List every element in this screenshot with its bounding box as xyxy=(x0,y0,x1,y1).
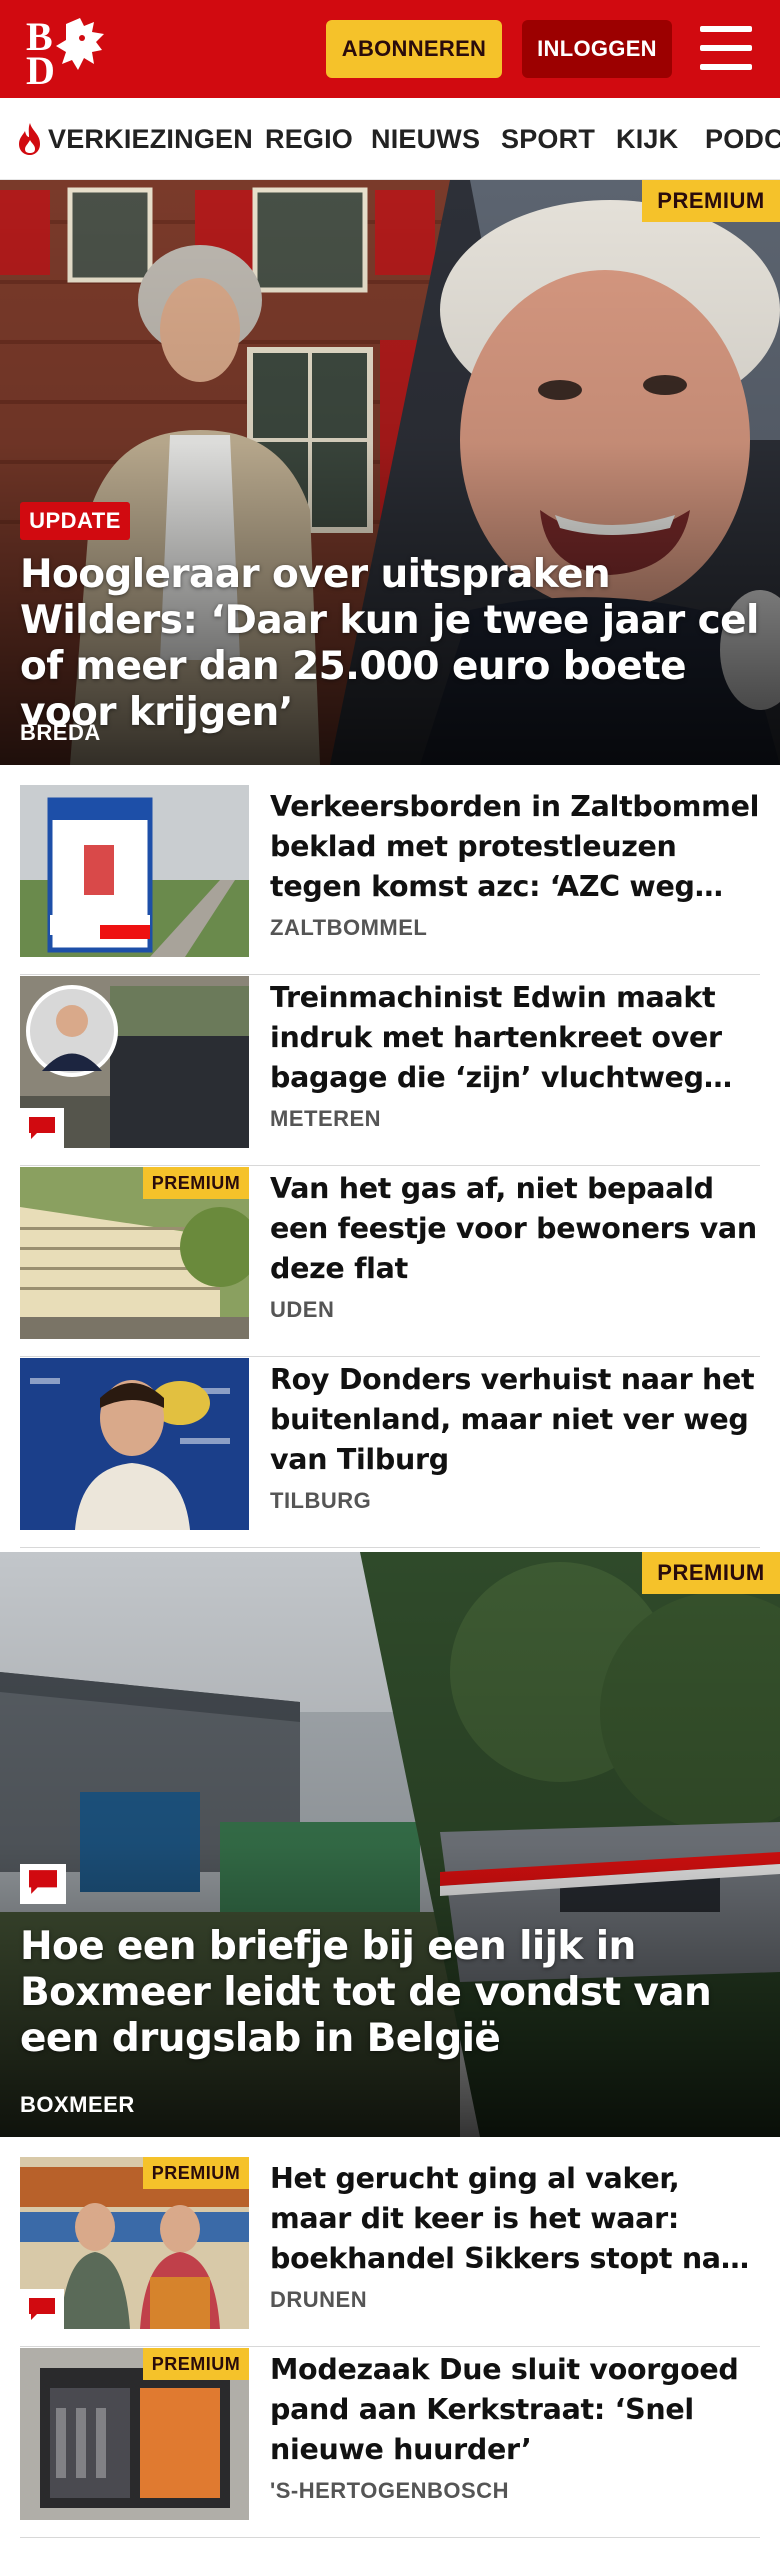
comments-badge xyxy=(20,2289,64,2329)
list-item[interactable]: Roy Donders verhuist naar het buitenland… xyxy=(20,1358,760,1548)
article-location: METEREN xyxy=(270,1106,382,1131)
hero-location: BOXMEER xyxy=(20,2092,135,2117)
comment-icon xyxy=(29,2298,55,2320)
article-headline[interactable]: Roy Donders verhuist naar het buitenland… xyxy=(270,1360,760,1480)
list-item[interactable]: PREMIUM Van het gas af, niet bepaald een… xyxy=(20,1167,760,1357)
nav-item-regio[interactable]: REGIO xyxy=(265,98,353,179)
article-thumbnail: PREMIUM xyxy=(20,2157,249,2329)
article-headline[interactable]: Van het gas af, niet bepaald een feestje… xyxy=(270,1169,760,1289)
premium-badge: PREMIUM xyxy=(143,2348,249,2380)
article-headline[interactable]: Het gerucht ging al vaker, maar dit keer… xyxy=(270,2159,760,2279)
article-location: DRUNEN xyxy=(270,2287,368,2312)
hero-article[interactable]: PREMIUM Hoe een briefje bij een lijk in … xyxy=(0,1552,780,2137)
svg-text:D: D xyxy=(26,48,55,84)
hero-headline[interactable]: Hoe een briefje bij een lijk in Boxmeer … xyxy=(20,1924,760,2062)
nav-item-podcast[interactable]: PODCAST xyxy=(705,98,780,179)
site-logo[interactable]: B D xyxy=(22,14,118,93)
list-item[interactable]: Verkeersborden in Zaltbommel beklad met … xyxy=(20,785,760,975)
list-item[interactable]: Treinmachinist Edwin maakt indruk met ha… xyxy=(20,976,760,1166)
hero-headline[interactable]: Hoogleraar over uitspraken Wilders: ‘Daa… xyxy=(20,552,760,736)
article-thumbnail: PREMIUM xyxy=(20,2348,249,2520)
hero-location: BREDA xyxy=(20,720,101,745)
hamburger-menu-icon[interactable] xyxy=(700,26,752,70)
list-item[interactable]: PREMIUM Modezaak Due sluit voorgoed pand… xyxy=(20,2348,760,2538)
article-location: TILBURG xyxy=(270,1488,372,1513)
article-location: 'S-HERTOGENBOSCH xyxy=(270,2478,509,2503)
premium-badge: PREMIUM xyxy=(143,2157,249,2189)
comments-badge xyxy=(20,1864,66,1904)
article-thumbnail xyxy=(20,1358,249,1530)
update-badge: UPDATE xyxy=(20,502,130,540)
article-location: UDEN xyxy=(270,1297,335,1322)
premium-badge: PREMIUM xyxy=(642,180,780,222)
comments-badge xyxy=(20,1108,64,1148)
hero-article[interactable]: PREMIUM UPDATE Hoogleraar over uitsprake… xyxy=(0,180,780,765)
login-button[interactable]: INLOGGEN xyxy=(522,20,672,78)
nav-item-nieuws[interactable]: NIEUWS xyxy=(371,98,480,179)
nav-item-kijk[interactable]: KIJK xyxy=(616,98,678,179)
article-headline[interactable]: Modezaak Due sluit voorgoed pand aan Ker… xyxy=(270,2350,760,2470)
article-headline[interactable]: Verkeersborden in Zaltbommel beklad met … xyxy=(270,787,760,907)
article-thumbnail xyxy=(20,785,249,957)
article-headline[interactable]: Treinmachinist Edwin maakt indruk met ha… xyxy=(270,978,760,1098)
nav-item-label: VERKIEZINGEN xyxy=(48,123,253,154)
comment-icon xyxy=(29,1869,57,1899)
nav-item-verkiezingen[interactable]: VERKIEZINGEN xyxy=(16,98,253,179)
subscribe-button[interactable]: ABONNEREN xyxy=(326,20,502,78)
list-item[interactable]: PREMIUM Het gerucht ging al vaker, maar … xyxy=(20,2157,760,2347)
section-nav: VERKIEZINGEN REGIO NIEUWS SPORT KIJK POD… xyxy=(0,98,780,180)
flame-icon xyxy=(16,122,44,156)
article-location: ZALTBOMMEL xyxy=(270,915,428,940)
premium-badge: PREMIUM xyxy=(642,1552,780,1594)
site-header: B D ABONNEREN INLOGGEN xyxy=(0,0,780,98)
comment-icon xyxy=(29,1117,55,1139)
article-thumbnail: PREMIUM xyxy=(20,1167,249,1339)
premium-badge: PREMIUM xyxy=(143,1167,249,1199)
nav-item-sport[interactable]: SPORT xyxy=(501,98,595,179)
article-thumbnail xyxy=(20,976,249,1148)
